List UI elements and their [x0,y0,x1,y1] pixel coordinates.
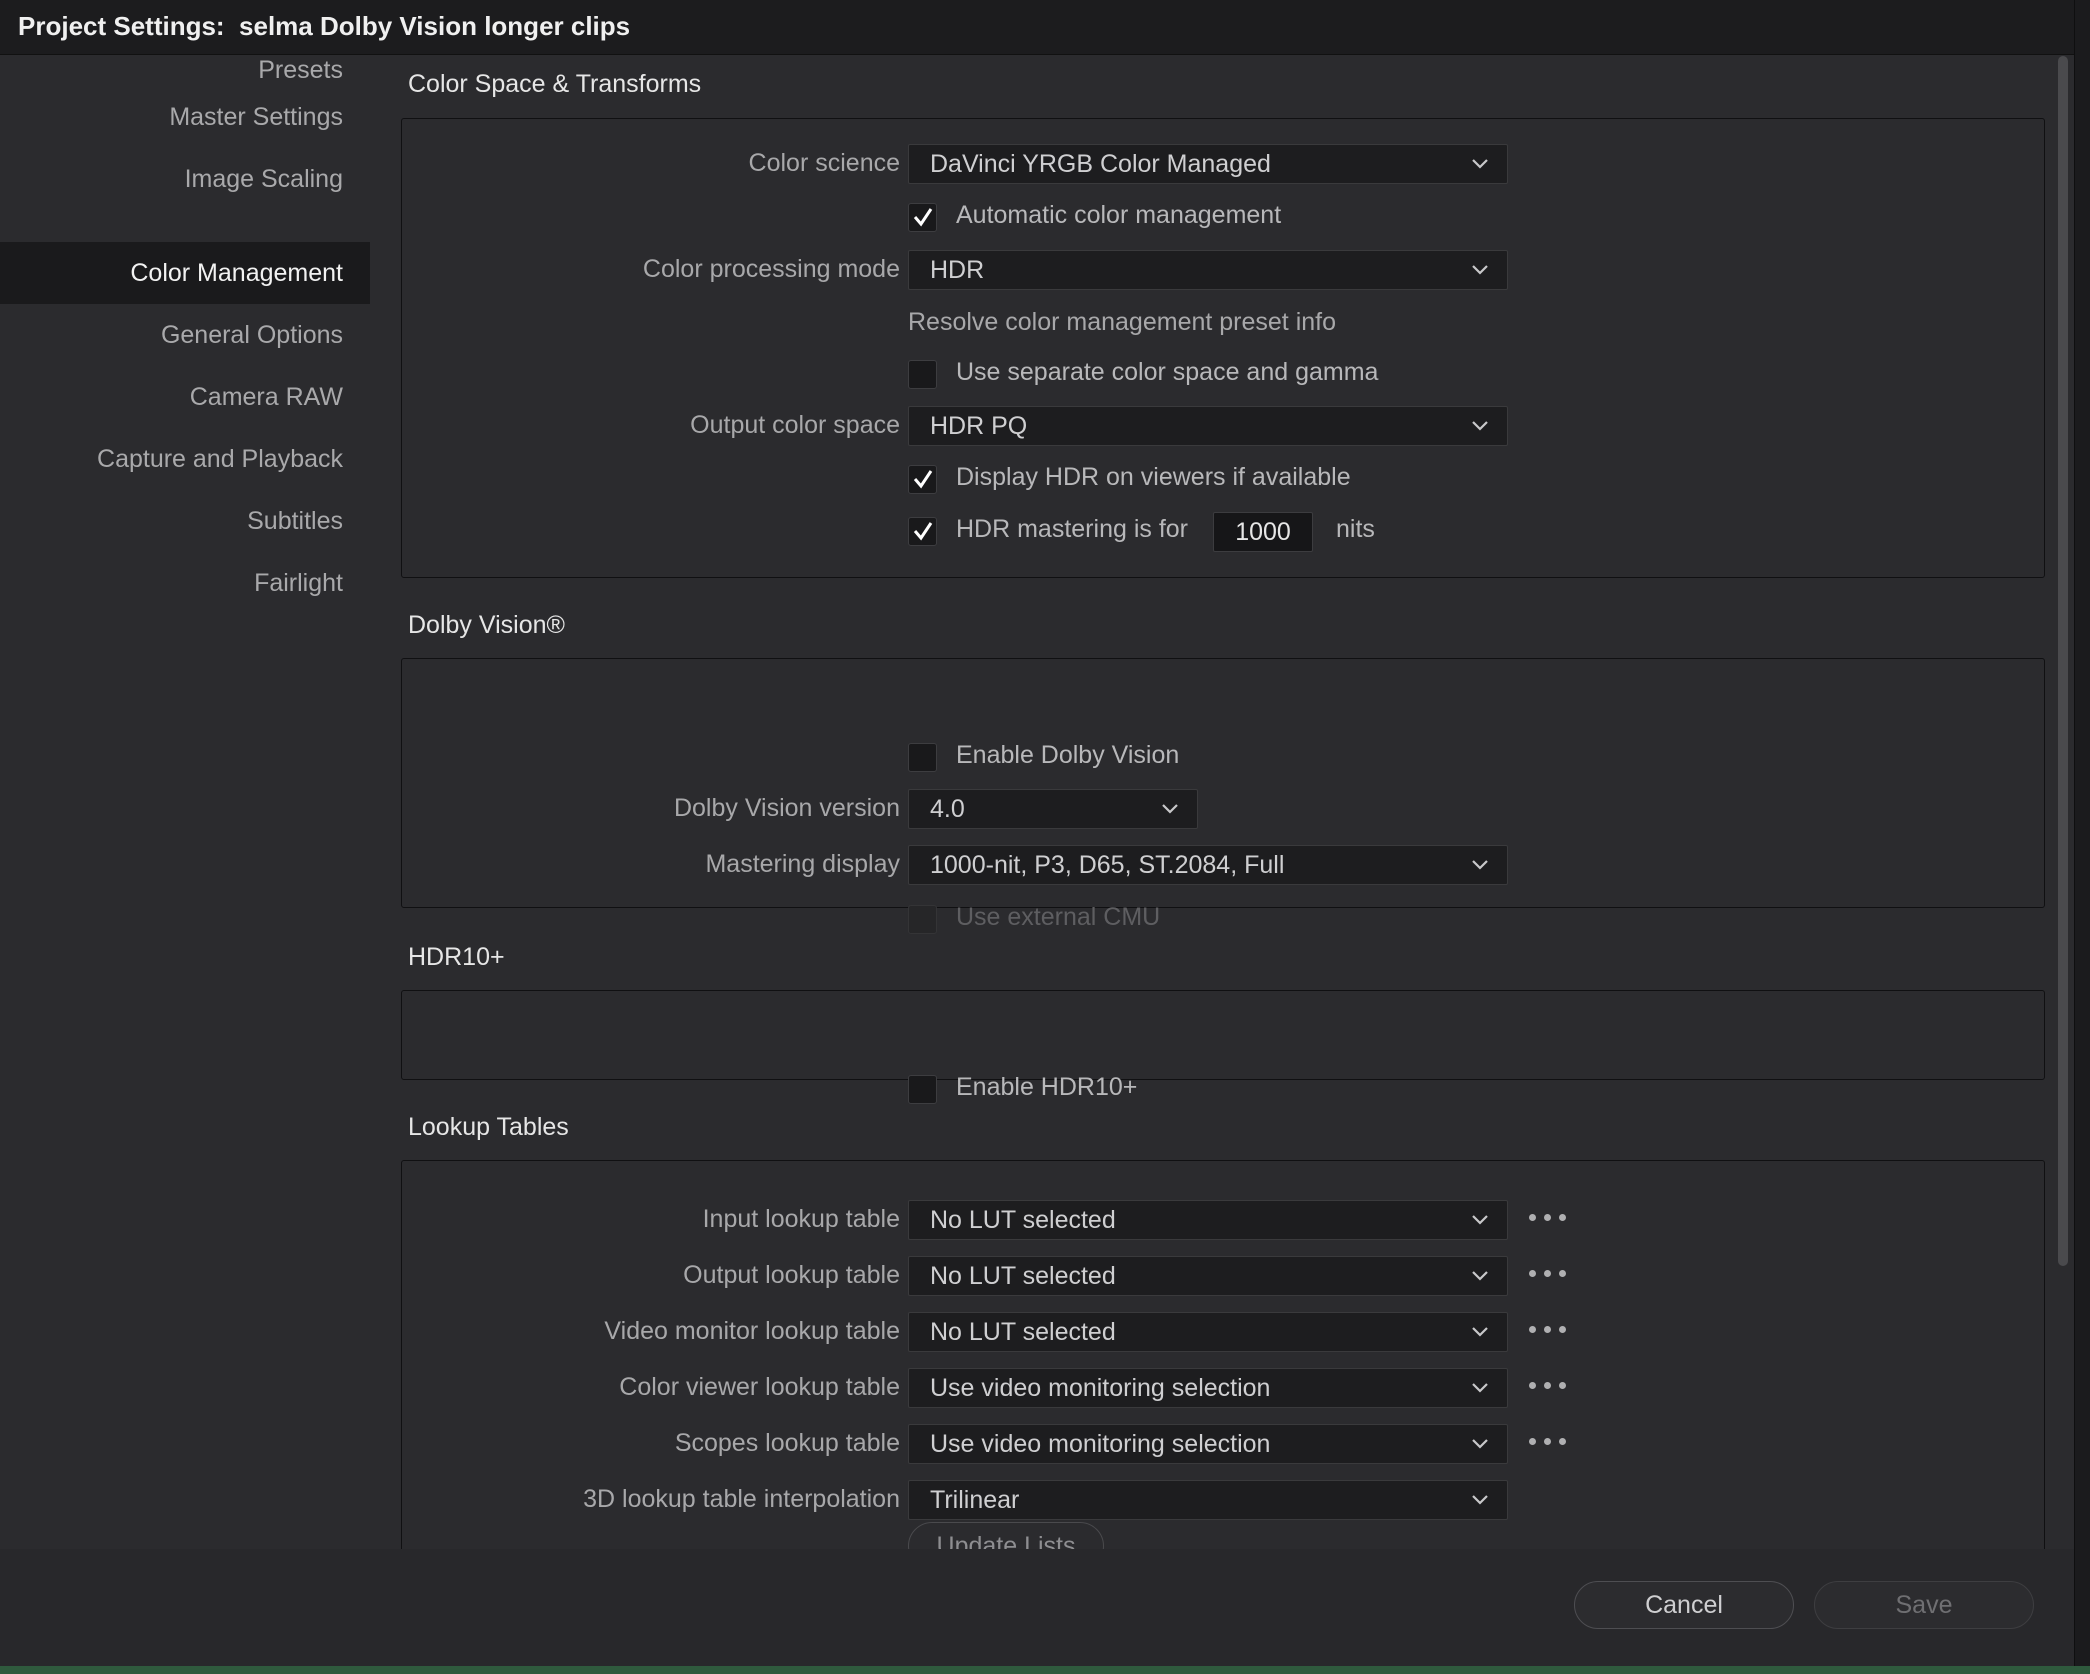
project-settings-window: Project Settings: selma Dolby Vision lon… [0,0,2090,1674]
input-lut-dropdown[interactable]: No LUT selected [908,1200,1508,1240]
dolby-vision-version-label: Dolby Vision version [673,794,900,822]
update-lists-button[interactable]: Update Lists [908,1522,1104,1549]
use-external-cmu-checkbox [908,905,937,934]
chevron-down-icon [1472,1215,1488,1225]
section-title-color-space: Color Space & Transforms [408,70,702,98]
chevron-down-icon [1472,159,1488,169]
output-color-space-dropdown[interactable]: HDR PQ [908,406,1508,446]
window-title: Project Settings: selma Dolby Vision lon… [18,11,631,41]
video-monitor-lut-label: Video monitor lookup table [604,1317,900,1345]
dialog-footer: Cancel Save [0,1549,2090,1674]
hdr10plus-panel [401,990,2045,1080]
sidebar-item-color-management[interactable]: Color Management [0,242,370,304]
video-monitor-lut-value: No LUT selected [930,1318,1116,1346]
output-lut-value: No LUT selected [930,1262,1116,1290]
display-hdr-checkbox[interactable] [908,465,937,494]
section-title-hdr10plus: HDR10+ [408,943,505,971]
color-viewer-lut-value: Use video monitoring selection [930,1374,1271,1402]
settings-content: Color Space & Transforms Color science D… [395,56,2055,1549]
scopes-lut-dropdown[interactable]: Use video monitoring selection [908,1424,1508,1464]
chevron-down-icon [1472,1495,1488,1505]
lut-interpolation-label: 3D lookup table interpolation [583,1485,900,1513]
input-lut-label: Input lookup table [702,1205,900,1233]
chevron-down-icon [1472,1439,1488,1449]
hdr-mastering-row: HDR mastering is for 1000 nits [908,512,1428,552]
checkmark-icon [913,470,933,489]
display-hdr-label: Display HDR on viewers if available [956,463,1351,491]
output-lut-more-icon[interactable] [1529,1264,1569,1284]
enable-hdr10plus-label: Enable HDR10+ [956,1073,1138,1101]
output-color-space-value: HDR PQ [930,412,1028,440]
output-color-space-label: Output color space [690,411,900,439]
sidebar-item-general-options[interactable]: General Options [0,304,370,366]
checkmark-icon [913,208,933,227]
scopes-lut-label: Scopes lookup table [674,1429,900,1457]
settings-sidebar: Presets Master Settings Image Scaling Co… [0,56,370,1549]
sidebar-item-master-settings[interactable]: Master Settings [0,86,370,148]
color-viewer-lut-dropdown[interactable]: Use video monitoring selection [908,1368,1508,1408]
sidebar-item-fairlight[interactable]: Fairlight [0,552,370,614]
checkmark-icon [913,522,933,541]
sidebar-item-capture-playback[interactable]: Capture and Playback [0,428,370,490]
color-viewer-lut-more-icon[interactable] [1529,1376,1569,1396]
sidebar-item-subtitles[interactable]: Subtitles [0,490,370,552]
mastering-display-dropdown[interactable]: 1000-nit, P3, D65, ST.2084, Full [908,845,1508,885]
input-lut-more-icon[interactable] [1529,1208,1569,1228]
scrollbar-thumb[interactable] [2058,56,2068,1266]
background-window-edge [2074,0,2090,1674]
mastering-display-value: 1000-nit, P3, D65, ST.2084, Full [930,851,1285,879]
enable-hdr10plus-checkbox[interactable] [908,1075,937,1104]
automatic-color-management-checkbox[interactable] [908,203,937,232]
sidebar-item-camera-raw[interactable]: Camera RAW [0,366,370,428]
color-science-dropdown[interactable]: DaVinci YRGB Color Managed [908,144,1508,184]
mastering-display-label: Mastering display [705,850,900,878]
video-monitor-lut-dropdown[interactable]: No LUT selected [908,1312,1508,1352]
color-processing-mode-dropdown[interactable]: HDR [908,250,1508,290]
enable-dolby-vision-label: Enable Dolby Vision [956,741,1180,769]
scopes-lut-value: Use video monitoring selection [930,1430,1271,1458]
save-button[interactable]: Save [1814,1581,2034,1629]
chevron-down-icon [1472,1271,1488,1281]
preset-info-text: Resolve color management preset info [908,308,1337,336]
separate-color-space-checkbox[interactable] [908,360,937,389]
output-lut-label: Output lookup table [683,1261,900,1289]
chevron-down-icon [1472,1327,1488,1337]
video-monitor-lut-more-icon[interactable] [1529,1320,1569,1340]
chevron-down-icon [1472,421,1488,431]
color-processing-mode-value: HDR [930,256,985,284]
enable-dolby-vision-checkbox[interactable] [908,743,937,772]
content-scrollbar[interactable] [2056,56,2070,1266]
nits-unit-label: nits [1336,515,1375,543]
color-viewer-lut-label: Color viewer lookup table [619,1373,900,1401]
chevron-down-icon [1162,804,1178,814]
automatic-color-management-label: Automatic color management [956,201,1282,229]
chevron-down-icon [1472,265,1488,275]
color-science-label: Color science [748,149,900,177]
color-processing-mode-label: Color processing mode [642,255,900,283]
input-lut-value: No LUT selected [930,1206,1116,1234]
use-external-cmu-label: Use external CMU [956,903,1161,931]
output-lut-dropdown[interactable]: No LUT selected [908,1256,1508,1296]
hdr-mastering-label: HDR mastering is for [956,515,1188,543]
lut-interpolation-dropdown[interactable]: Trilinear [908,1480,1508,1520]
chevron-down-icon [1472,1383,1488,1393]
section-title-lookup-tables: Lookup Tables [408,1113,569,1141]
chevron-down-icon [1472,860,1488,870]
dolby-vision-version-dropdown[interactable]: 4.0 [908,789,1198,829]
sidebar-item-image-scaling[interactable]: Image Scaling [0,148,370,210]
background-timeline-strip [0,1666,2090,1674]
section-title-dolby-vision: Dolby Vision® [408,611,565,639]
cancel-button[interactable]: Cancel [1574,1581,1794,1629]
color-science-value: DaVinci YRGB Color Managed [930,150,1271,178]
hdr-mastering-nits-input[interactable]: 1000 [1213,512,1313,552]
hdr-mastering-checkbox[interactable] [908,517,937,546]
separate-color-space-label: Use separate color space and gamma [956,358,1379,386]
color-space-panel [401,118,2045,578]
scopes-lut-more-icon[interactable] [1529,1432,1569,1452]
lut-interpolation-value: Trilinear [930,1486,1020,1514]
dolby-vision-version-value: 4.0 [930,795,965,823]
